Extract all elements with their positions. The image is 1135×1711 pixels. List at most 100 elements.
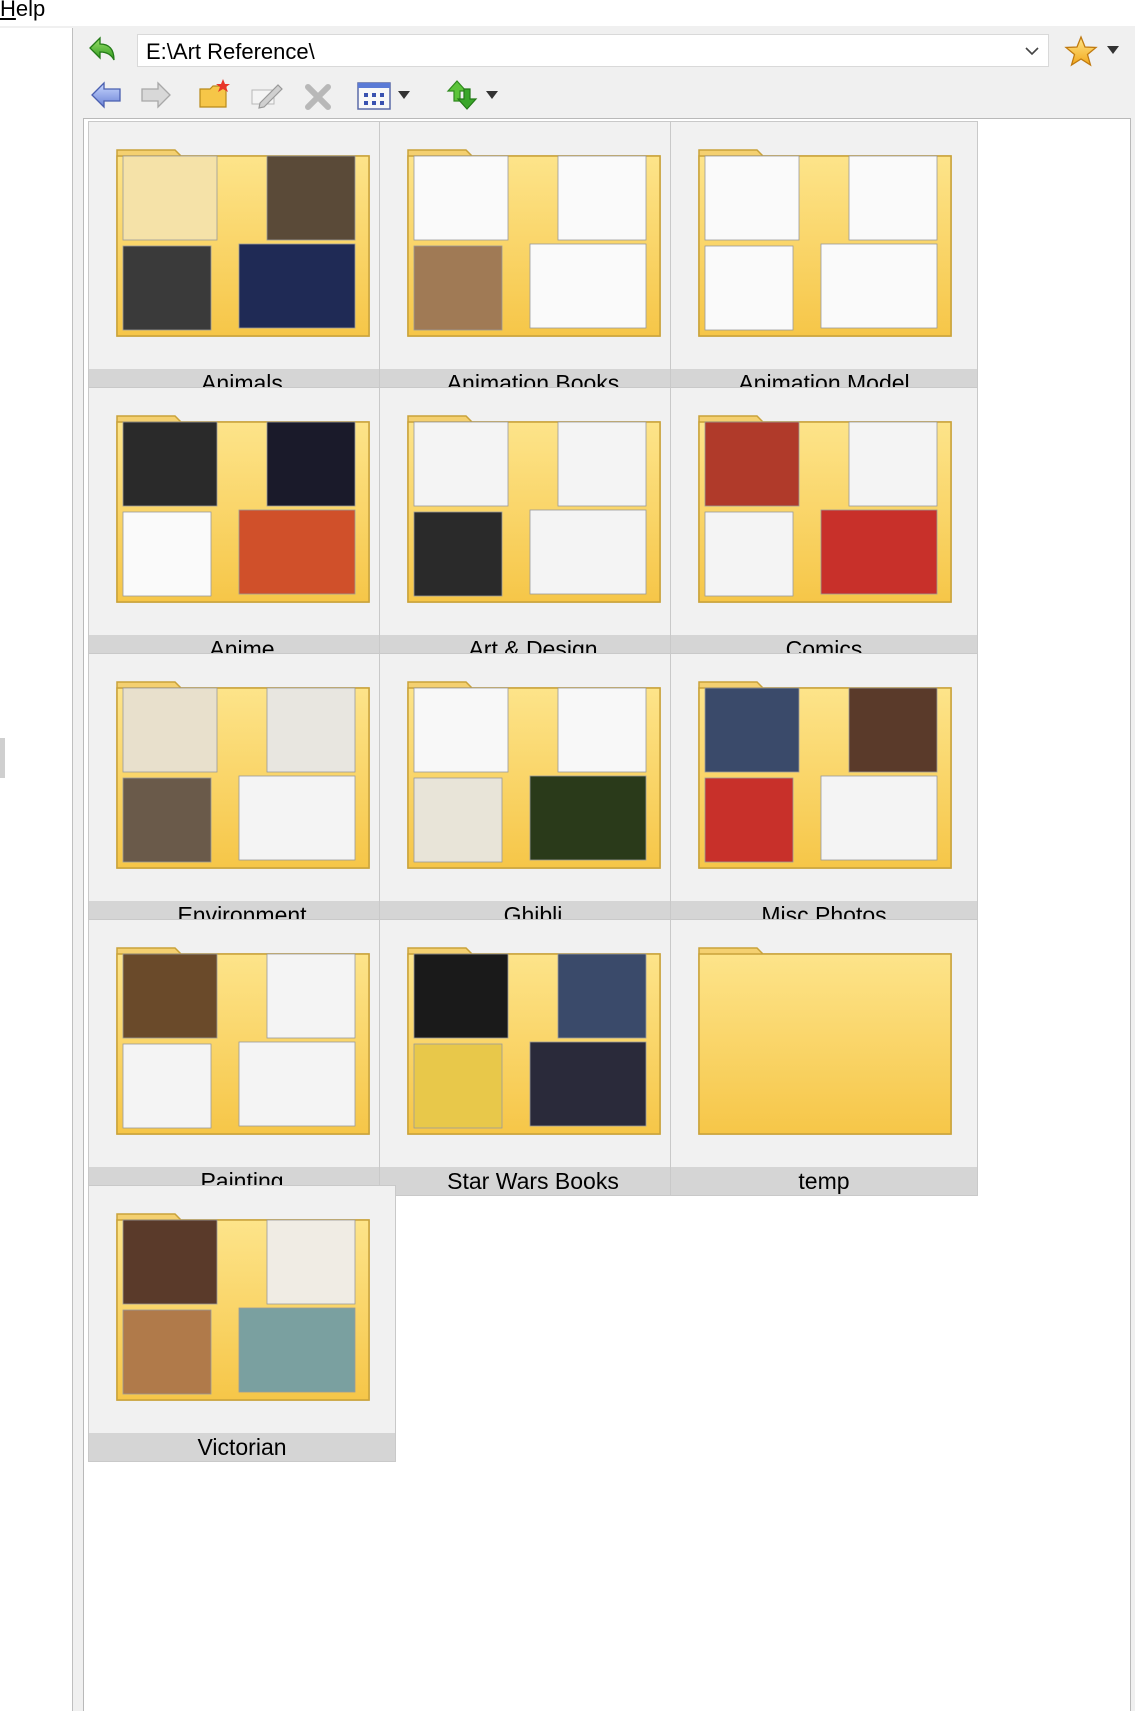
folder-preview-thumbnail <box>704 511 794 597</box>
folder-preview-thumbnail <box>848 687 938 773</box>
new-folder-icon[interactable] <box>196 75 232 115</box>
folder-item[interactable]: Anime <box>88 387 396 664</box>
favorites-dropdown-icon[interactable] <box>1105 44 1121 56</box>
folder-preview-thumbnail <box>848 421 938 507</box>
folder-preview-thumbnail <box>413 511 503 597</box>
folder-preview-thumbnail <box>122 155 218 241</box>
folder-preview-thumbnail <box>122 421 218 507</box>
folder-preview-thumbnail <box>122 953 218 1039</box>
folder-item[interactable]: Painting <box>88 919 396 1196</box>
folder-preview-thumbnail <box>122 511 212 597</box>
chevron-down-icon[interactable] <box>1022 41 1042 61</box>
folder-preview-thumbnail <box>557 953 647 1039</box>
folder-preview-thumbnail <box>820 509 938 595</box>
folder-icon <box>407 415 661 603</box>
back-arrow-icon[interactable] <box>88 75 124 115</box>
folder-preview-thumbnail <box>122 1219 218 1305</box>
folder-item[interactable]: Animals <box>88 121 396 398</box>
folder-icon <box>407 149 661 337</box>
folder-preview-thumbnail <box>557 421 647 507</box>
folder-preview-thumbnail <box>529 1041 647 1127</box>
view-mode-icon[interactable] <box>356 75 392 115</box>
folder-item[interactable]: Animation Books <box>379 121 687 398</box>
menu-help[interactable]: Help <box>0 0 45 22</box>
folder-item[interactable]: Animation Model <box>670 121 978 398</box>
folder-preview-thumbnail <box>413 777 503 863</box>
folder-item[interactable]: Star Wars Books <box>379 919 687 1196</box>
folder-preview-thumbnail <box>413 421 509 507</box>
folder-preview-thumbnail <box>238 1041 356 1127</box>
folder-item[interactable]: Ghibli <box>379 653 687 930</box>
menu-bar: Help <box>0 0 1135 26</box>
star-icon[interactable] <box>1064 35 1098 67</box>
refresh-arrow-icon <box>89 36 115 61</box>
folder-preview-thumbnail <box>413 1043 503 1129</box>
folder-item[interactable]: Comics <box>670 387 978 664</box>
folder-preview-thumbnail <box>848 155 938 241</box>
refresh-button[interactable] <box>84 34 124 68</box>
folder-preview-thumbnail <box>820 775 938 861</box>
folder-icon <box>116 415 370 603</box>
folder-icon <box>116 681 370 869</box>
folder-preview-thumbnail <box>266 421 356 507</box>
address-bar[interactable]: E:\Art Reference\ <box>137 34 1049 67</box>
menu-help-label: elp <box>15 0 46 21</box>
folder-preview-thumbnail <box>238 509 356 595</box>
folder-preview-thumbnail <box>122 245 212 331</box>
menu-help-mnemonic: H <box>0 0 16 21</box>
folder-icon <box>698 947 952 1135</box>
folder-icon <box>407 947 661 1135</box>
folder-preview-thumbnail <box>413 953 509 1039</box>
folder-icon <box>116 947 370 1135</box>
folder-icon <box>698 415 952 603</box>
folder-preview-thumbnail <box>238 1307 356 1393</box>
folder-preview-thumbnail <box>820 243 938 329</box>
sort-arrows-icon[interactable] <box>444 75 480 115</box>
folder-preview-thumbnail <box>704 687 800 773</box>
folder-preview-thumbnail <box>238 775 356 861</box>
folder-preview-thumbnail <box>266 155 356 241</box>
folder-preview-thumbnail <box>122 1043 212 1129</box>
folder-preview-thumbnail <box>122 687 218 773</box>
address-path[interactable]: E:\Art Reference\ <box>146 39 315 65</box>
folder-preview-thumbnail <box>704 155 800 241</box>
folder-icon <box>116 149 370 337</box>
folder-preview-thumbnail <box>266 1219 356 1305</box>
folder-preview-thumbnail <box>413 245 503 331</box>
folder-preview-thumbnail <box>122 1309 212 1395</box>
folder-name[interactable]: Star Wars Books <box>380 1167 686 1195</box>
folder-preview-thumbnail <box>122 777 212 863</box>
folder-item[interactable]: temp <box>670 919 978 1196</box>
navigation-pane-splitter[interactable] <box>0 738 5 778</box>
folder-preview-thumbnail <box>413 155 509 241</box>
folder-item[interactable]: Misc Photos <box>670 653 978 930</box>
folder-preview-thumbnail <box>529 775 647 861</box>
folder-preview-thumbnail <box>557 155 647 241</box>
navigation-pane[interactable] <box>0 28 73 1711</box>
folder-item[interactable]: Art & Design <box>379 387 687 664</box>
sort-dropdown-icon[interactable] <box>484 75 500 115</box>
folder-preview-thumbnail <box>557 687 647 773</box>
folder-preview-thumbnail <box>704 777 794 863</box>
folder-item[interactable]: Victorian <box>88 1185 396 1462</box>
folder-icon <box>407 681 661 869</box>
folder-icon <box>116 1213 370 1401</box>
delete-icon[interactable] <box>300 75 336 115</box>
folder-preview-thumbnail <box>529 243 647 329</box>
folder-name[interactable]: temp <box>671 1167 977 1195</box>
folder-preview-thumbnail <box>704 245 794 331</box>
folder-icon <box>698 149 952 337</box>
folder-name[interactable]: Victorian <box>89 1433 395 1461</box>
folder-preview-thumbnail <box>238 243 356 329</box>
folder-item[interactable]: Environment <box>88 653 396 930</box>
forward-arrow-icon[interactable] <box>138 75 174 115</box>
folder-preview-thumbnail <box>266 953 356 1039</box>
rename-pencil-icon[interactable] <box>248 75 284 115</box>
folder-icon <box>698 681 952 869</box>
view-mode-dropdown-icon[interactable] <box>396 75 412 115</box>
folder-preview-thumbnail <box>413 687 509 773</box>
folder-view[interactable]: Animals Animation Books Animation Model Ani… <box>83 118 1131 1711</box>
folder-preview-thumbnail <box>529 509 647 595</box>
folder-preview-thumbnail <box>704 421 800 507</box>
folder-preview-thumbnail <box>266 687 356 773</box>
